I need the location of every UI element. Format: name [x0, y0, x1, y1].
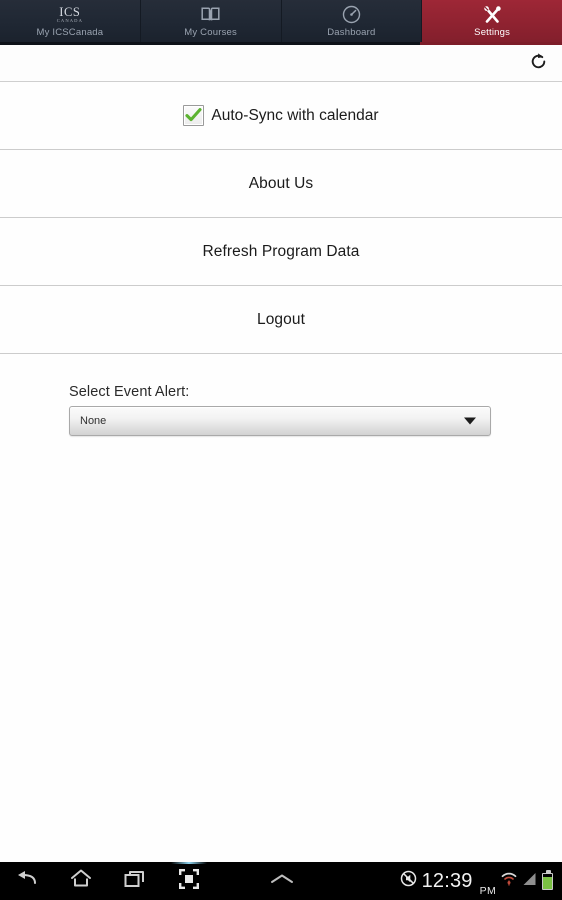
settings-list: Auto-Sync with calendar About Us Refresh…: [0, 82, 562, 354]
row-logout[interactable]: Logout: [0, 286, 562, 354]
status-ampm: PM: [479, 885, 496, 897]
top-tab-bar: ICS CANADA My ICSCanada My Courses Dashb…: [0, 0, 562, 42]
chevron-up-icon: [269, 872, 295, 891]
tab-my-courses[interactable]: My Courses: [140, 0, 282, 42]
tab-dashboard[interactable]: Dashboard: [281, 0, 423, 42]
mute-icon: [400, 870, 417, 892]
book-icon: [201, 3, 220, 26]
event-alert-label: Select Event Alert:: [69, 384, 190, 400]
status-clock: 12:39: [421, 870, 473, 892]
action-bar: [0, 45, 562, 82]
ics-canada-logo-icon: ICS CANADA: [57, 3, 83, 26]
tab-label-settings: Settings: [474, 27, 511, 38]
row-auto-sync[interactable]: Auto-Sync with calendar: [0, 82, 562, 150]
battery-icon: [542, 870, 553, 890]
refresh-button[interactable]: [524, 50, 552, 78]
row-about-us[interactable]: About Us: [0, 150, 562, 218]
event-alert-value: None: [80, 415, 107, 427]
battery-fill: [543, 876, 552, 889]
row-label-logout: Logout: [256, 310, 305, 328]
home-icon: [69, 868, 93, 894]
recent-apps-button[interactable]: [108, 862, 162, 900]
status-icons[interactable]: 12:39 PM: [400, 862, 562, 900]
row-label-refresh-program-data: Refresh Program Data: [202, 242, 360, 260]
row-refresh-program-data[interactable]: Refresh Program Data: [0, 218, 562, 286]
event-alert-select[interactable]: None: [69, 406, 491, 436]
tab-label-dashboard: Dashboard: [327, 27, 376, 38]
tab-settings[interactable]: Settings: [422, 0, 562, 42]
row-label-about-us: About Us: [248, 174, 314, 192]
android-system-bar: 12:39 PM: [0, 862, 562, 900]
auto-sync-label: Auto-Sync with calendar: [211, 106, 379, 124]
refresh-icon: [529, 52, 548, 76]
tab-label-my-icscanada: My ICSCanada: [36, 27, 104, 38]
wifi-icon: [501, 871, 517, 892]
logo-sub-text: CANADA: [56, 17, 83, 23]
gauge-icon: [342, 3, 361, 26]
tab-label-my-courses: My Courses: [184, 27, 237, 38]
expand-notifications-button[interactable]: [246, 862, 318, 900]
system-nav-buttons: [0, 862, 318, 900]
app-root: ICS CANADA My ICSCanada My Courses Dashb…: [0, 0, 562, 900]
back-button[interactable]: [0, 862, 54, 900]
screenshot-button[interactable]: [162, 862, 216, 900]
chevron-down-icon: [464, 417, 476, 425]
event-alert-section: Select Event Alert: None: [69, 384, 493, 436]
recent-apps-icon: [123, 869, 147, 894]
logo-main-text: ICS: [59, 4, 81, 19]
auto-sync-checkbox[interactable]: [183, 105, 205, 126]
signal-bars-icon: [522, 871, 537, 892]
home-button[interactable]: [54, 862, 108, 900]
tab-my-icscanada[interactable]: ICS CANADA My ICSCanada: [0, 0, 141, 42]
check-icon: [185, 108, 202, 122]
screenshot-icon: [179, 868, 199, 894]
back-arrow-icon: [15, 869, 39, 894]
tools-icon: [482, 3, 503, 26]
